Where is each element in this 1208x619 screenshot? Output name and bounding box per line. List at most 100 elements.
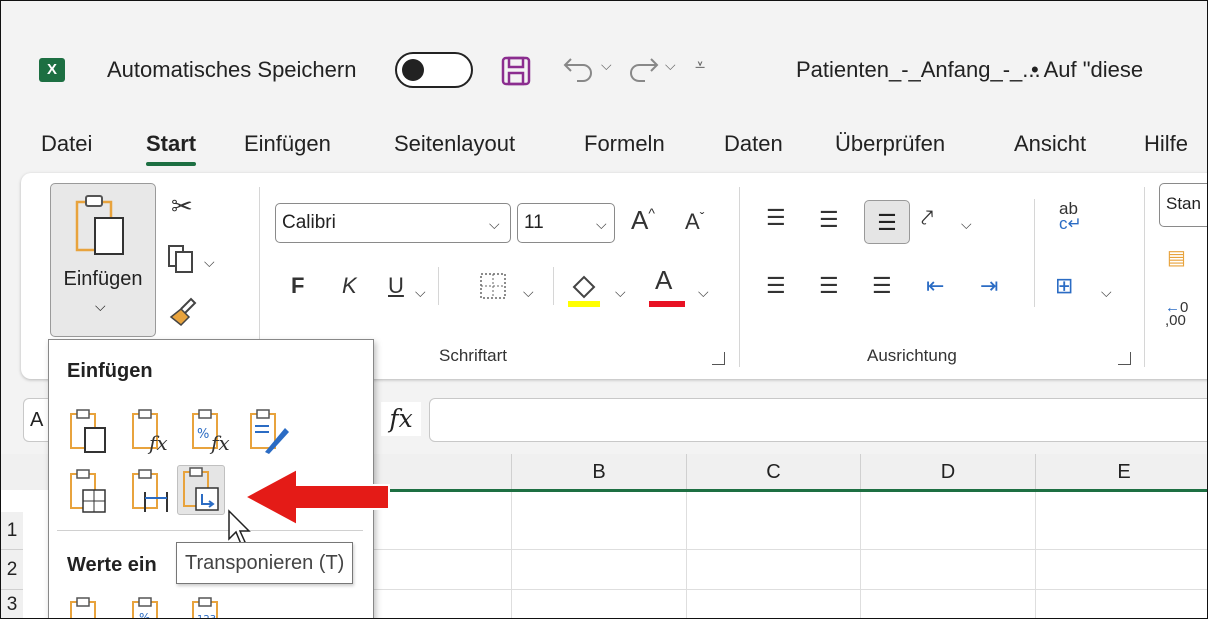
paste-formulas-icon[interactable]: fx [129,408,175,456]
redo-icon[interactable] [625,53,661,87]
fill-color-icon[interactable] [566,269,602,309]
font-color-chevron-icon[interactable]: ⌵ [698,284,709,301]
paste-icon[interactable] [67,408,113,456]
column-header-e[interactable]: E [1036,454,1207,490]
gridline [686,492,687,618]
separator [1034,199,1035,307]
underline-chevron-icon[interactable]: ⌵ [415,284,426,301]
paste-no-borders-icon[interactable] [67,468,113,516]
underline-button[interactable]: U [388,273,404,299]
gridline [511,492,512,618]
undo-dropdown-chevron-icon[interactable]: ⌵ [601,57,612,74]
merge-center-icon[interactable]: ⊞ [1055,273,1073,299]
title-bar: X Automatisches Speichern ⌵ ⌵ ⩡ Patiente… [1,1,1207,119]
paste-values-source-formatting-icon[interactable]: 123 [189,596,235,619]
paste-label: Einfügen [63,268,143,290]
redo-dropdown-chevron-icon[interactable]: ⌵ [665,57,676,74]
paste-button[interactable]: Einfügen ⌵ [50,183,156,337]
save-icon[interactable] [501,56,531,86]
borders-chevron-icon[interactable]: ⌵ [523,284,534,301]
cut-icon[interactable]: ✂ [171,191,193,222]
merge-center-chevron-icon[interactable]: ⌵ [1101,284,1112,301]
svg-text:fx: fx [147,431,168,455]
transpose-icon[interactable] [177,465,225,515]
font-name-input[interactable]: Calibri [275,203,511,243]
paste-values-icon[interactable] [67,596,113,619]
separator [438,267,439,305]
paste-chevron-icon: ⌵ [95,298,106,314]
excel-window: X Automatisches Speichern ⌵ ⌵ ⩡ Patiente… [0,0,1208,619]
excel-logo-icon: X [39,58,71,82]
orientation-icon[interactable]: ⤤ [921,205,933,231]
column-header-d[interactable]: D [861,454,1036,490]
tab-formeln[interactable]: Formeln [584,131,665,157]
gridline [860,492,861,618]
paste-formulas-number-format-icon[interactable]: % fx [189,408,235,456]
font-color-button[interactable]: A [655,265,672,296]
font-size-value: 11 [524,212,544,233]
italic-button[interactable]: K [342,273,357,299]
clipboard-icon [75,195,124,255]
autosave-label: Automatisches Speichern [107,57,357,82]
tab-einfuegen[interactable]: Einfügen [244,131,331,157]
decrease-indent-icon[interactable]: ⇤ [926,273,944,299]
wrap-text-icon[interactable]: ab c↵ [1059,200,1082,232]
align-bottom-icon[interactable]: ☰ [864,200,910,244]
decrease-font-icon[interactable]: Aˇ [685,209,704,235]
increase-font-icon[interactable]: A^ [631,205,655,236]
align-left-icon[interactable]: ☰ [766,273,786,299]
svg-text:%: % [139,611,150,619]
autosave-toggle[interactable] [395,52,473,88]
currency-format-icon[interactable]: ▤ [1167,245,1186,270]
row-header-3[interactable]: 3 [1,590,23,618]
copy-chevron-icon[interactable]: ⌵ [204,254,215,271]
number-format-input[interactable]: Stan [1159,183,1207,227]
column-header-b[interactable]: B [512,454,687,490]
align-middle-icon[interactable]: ☰ [819,207,839,233]
tab-hilfe[interactable]: Hilfe [1144,131,1188,157]
paste-values-number-format-icon[interactable]: % [129,596,175,619]
increase-indent-icon[interactable]: ⇥ [980,273,998,299]
gridline [371,549,1207,550]
number-format-value: Stan [1166,194,1201,213]
orientation-chevron-icon[interactable]: ⌵ [961,216,972,233]
row-header-2[interactable]: 2 [1,550,23,590]
tab-start[interactable]: Start [146,131,197,166]
document-filename: Patienten_-_Anfang_-_... [796,57,1041,82]
bold-button[interactable]: F [291,273,304,299]
font-color-swatch [649,301,685,307]
tab-datei[interactable]: Datei [41,131,92,157]
column-header-c[interactable]: C [687,454,861,490]
align-center-icon[interactable]: ☰ [819,273,839,299]
font-dialog-launcher-icon[interactable] [712,352,725,365]
paste-keep-column-widths-icon[interactable] [129,468,175,516]
copy-icon[interactable] [167,244,195,274]
paste-keep-source-formatting-icon[interactable] [247,408,293,456]
increase-decimal-icon[interactable]: ←0,00 [1165,300,1188,328]
borders-icon[interactable] [478,271,508,301]
font-name-chevron-icon[interactable]: ⌵ [489,216,500,233]
customize-toolbar-icon[interactable]: ⩡ [695,55,705,76]
annotation-arrow-icon [242,467,390,527]
svg-text:123: 123 [197,614,216,619]
transpose-tooltip: Transponieren (T) [176,542,354,584]
alignment-dialog-launcher-icon[interactable] [1118,352,1131,365]
font-size-chevron-icon[interactable]: ⌵ [596,216,607,233]
alignment-group-label: Ausrichtung [867,346,957,365]
tab-seitenlayout[interactable]: Seitenlayout [394,131,515,157]
align-top-icon[interactable]: ☰ [766,205,786,231]
selection-column-line [371,489,1207,492]
undo-icon[interactable] [561,53,597,87]
align-right-icon[interactable]: ☰ [872,273,892,299]
tab-daten[interactable]: Daten [724,131,783,157]
row-header-1[interactable]: 1 [1,512,23,550]
document-location: • Auf "diese [1031,57,1144,82]
tab-ansicht[interactable]: Ansicht [1014,131,1086,157]
format-painter-icon[interactable] [167,295,197,327]
fill-color-chevron-icon[interactable]: ⌵ [615,284,626,301]
insert-function-icon[interactable]: fx [381,402,421,436]
tab-ueberpruefen[interactable]: Überprüfen [835,131,945,157]
paste-values-heading: Werte ein [67,554,157,576]
separator [553,267,554,305]
formula-input[interactable] [429,398,1207,442]
